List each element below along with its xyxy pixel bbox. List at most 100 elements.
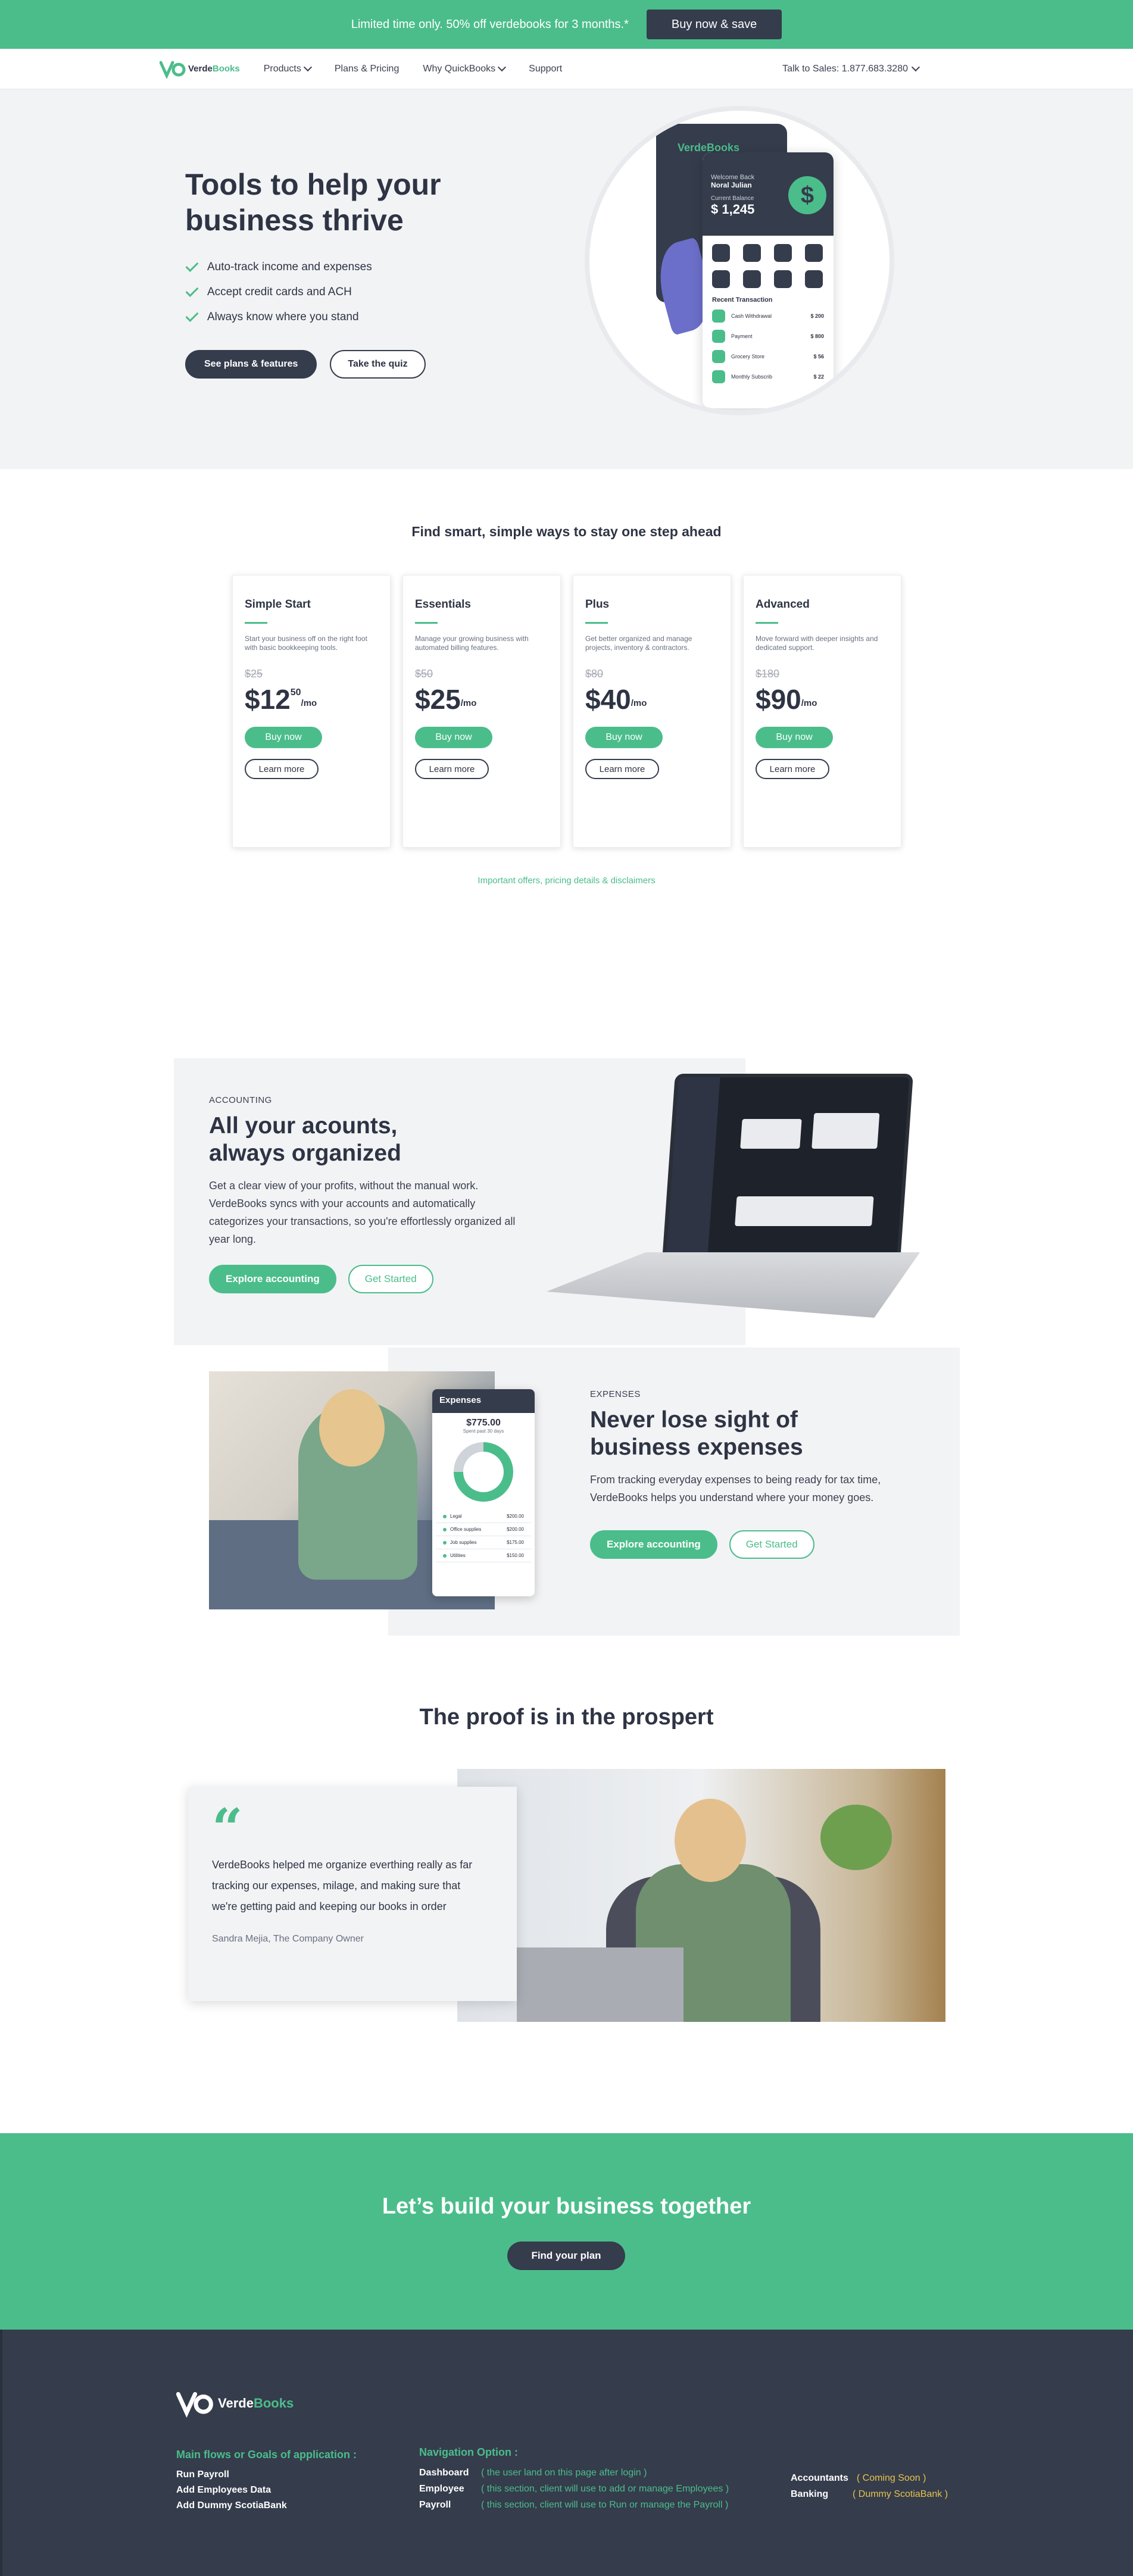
logo-mark-icon [160,61,186,79]
plan-old-price: $180 [756,668,780,680]
hero: Tools to help your business thrive Auto-… [0,89,1133,469]
expenses-donut-chart [454,1442,513,1502]
buy-now-button[interactable]: Buy now [585,727,663,748]
footer-heading: Navigation Option : [419,2446,518,2458]
quote-text: VerdeBooks helped me organize everthing … [212,1859,473,1912]
pricing-disclaimer-link[interactable]: Important offers, pricing details & disc… [0,876,1133,886]
plan-name: Simple Start [245,598,311,611]
plan-desc: Manage your growing business with automa… [415,634,529,652]
check-icon [185,284,199,297]
nav-why-quickbooks[interactable]: Why QuickBooks [423,62,507,74]
customer-photo [457,1769,945,2022]
action-icon [743,244,761,262]
expenses-title: Never lose sight of business expenses [590,1407,803,1460]
footer-main-flows: Main flows or Goals of application : Run… [176,2449,357,2514]
plan-price: $12 50/mo [245,684,317,715]
action-icon [774,244,792,262]
see-plans-button[interactable]: See plans & features [185,350,317,379]
promo-text: Limited time only. 50% off verdebooks fo… [351,17,629,31]
explore-accounting-button[interactable]: Explore accounting [590,1530,717,1559]
nav-links: Products Plans & Pricing Why QuickBooks … [264,62,562,74]
buy-now-button[interactable]: Buy now [245,727,322,748]
nav-support[interactable]: Support [529,64,562,74]
expenses-sub: Spent past 30 days [463,1428,504,1434]
plans-heading: Find smart, simple ways to stay one step… [411,524,722,539]
expense-item: Legal $200.00 [436,1510,531,1523]
promo-banner: Limited time only. 50% off verdebooks fo… [0,0,1133,49]
plan-price: $90/mo [756,684,817,715]
footer-nav-row[interactable]: Employee( this section, client will use … [419,2481,729,2497]
expenses-card-title: Expenses [432,1389,535,1413]
plans-cards: Simple Start Start your business off on … [232,575,901,848]
logo[interactable]: VerdeBooks [160,59,240,79]
footer-logo[interactable]: VerdeBooks [176,2389,294,2418]
expenses-amount: $775.00 [466,1418,501,1428]
get-started-button[interactable]: Get Started [348,1265,433,1293]
find-your-plan-button[interactable]: Find your plan [507,2242,625,2270]
transaction-row: Grocery Store $ 56 [703,346,834,367]
take-quiz-button[interactable]: Take the quiz [330,350,426,379]
testimonial-title: The proof is in the prospert [419,1705,714,1730]
action-icon [743,270,761,288]
explore-accounting-button[interactable]: Explore accounting [209,1265,336,1293]
hero-bullets: Auto-track income and expenses Accept cr… [185,255,372,330]
check-icon [185,309,199,322]
plan-old-price: $50 [415,668,433,680]
expenses-body: From tracking everyday expenses to being… [590,1474,881,1503]
expense-item: Job supplies $175.00 [436,1536,531,1549]
transaction-row: Cash Withdrawal $ 200 [703,306,834,326]
plan-desc: Get better organized and manage projects… [585,634,692,652]
footer-nav-row[interactable]: Banking( Dummy ScotiaBank ) [791,2486,948,2502]
footer-navigation: Navigation Option : Dashboard( the user … [419,2446,729,2513]
learn-more-button[interactable]: Learn more [245,759,319,779]
footer: VerdeBooks Main flows or Goals of applic… [0,2330,1133,2576]
plan-name: Advanced [756,598,810,611]
footer-nav-row[interactable]: Payroll( this section, client will use t… [419,2497,729,2513]
accounting-title: All your acounts, always organized [209,1113,401,1166]
learn-more-button[interactable]: Learn more [415,759,489,779]
learn-more-button[interactable]: Learn more [756,759,829,779]
footer-link[interactable]: Add Employees Data [176,2483,357,2498]
recent-transactions-title: Recent Transaction [712,296,773,304]
nav-products[interactable]: Products [264,62,312,74]
quote-card: “ VerdeBooks helped me organize everthin… [188,1787,517,2001]
action-icon [805,270,823,288]
action-icon [712,244,730,262]
chevron-down-icon [498,62,507,72]
get-started-button[interactable]: Get Started [729,1530,814,1559]
footer-nav-row[interactable]: Dashboard( the user land on this page af… [419,2465,729,2481]
footer-nav-row[interactable]: Accountants( Coming Soon ) [791,2470,948,2486]
phone-actions-grid [703,236,834,292]
footer-extra: Accountants( Coming Soon ) Banking( Dumm… [791,2470,948,2502]
quote-author: Sandra Mejia, The Company Owner [212,1934,364,1944]
learn-more-button[interactable]: Learn more [585,759,659,779]
check-icon [185,259,199,272]
footer-link[interactable]: Add Dummy ScotiaBank [176,2498,357,2514]
footer-link[interactable]: Run Payroll [176,2467,357,2483]
laptop-base [547,1252,920,1318]
plan-desc: Start your business off on the right foo… [245,634,367,652]
action-icon [712,270,730,288]
action-icon [805,244,823,262]
accounting-body: Get a clear view of your profits, withou… [209,1180,516,1245]
testimonial-section: The proof is in the prospert “ VerdeBook… [0,1705,1133,2133]
logo-text: VerdeBooks [188,64,240,74]
buy-now-button[interactable]: Buy now [415,727,492,748]
plan-old-price: $80 [585,668,604,680]
buy-now-button[interactable]: Buy now [756,727,833,748]
buy-now-save-button[interactable]: Buy now & save [646,10,782,39]
logo-mark-icon [176,2391,213,2418]
quote-icon: “ [212,1797,243,1860]
talk-to-sales[interactable]: Talk to Sales: 1.877.683.3280 [782,62,920,74]
transaction-row: Monthly Subscrib $ 22 [703,367,834,387]
chevron-down-icon [911,62,920,72]
plan-name: Essentials [415,598,471,611]
transaction-row: Payment $ 800 [703,326,834,346]
cta-title: Let’s build your business together [382,2194,751,2219]
accounting-section: ACCOUNTING All your acounts, always organ… [0,1034,1133,1348]
plan-card-plus: Plus Get better organized and manage pro… [573,575,731,848]
phone-front: Welcome Back Noral Julian Current Balanc… [703,152,834,408]
plan-desc: Move forward with deeper insights and de… [756,634,878,652]
chevron-down-icon [303,62,312,72]
nav-plans-pricing[interactable]: Plans & Pricing [335,64,399,74]
